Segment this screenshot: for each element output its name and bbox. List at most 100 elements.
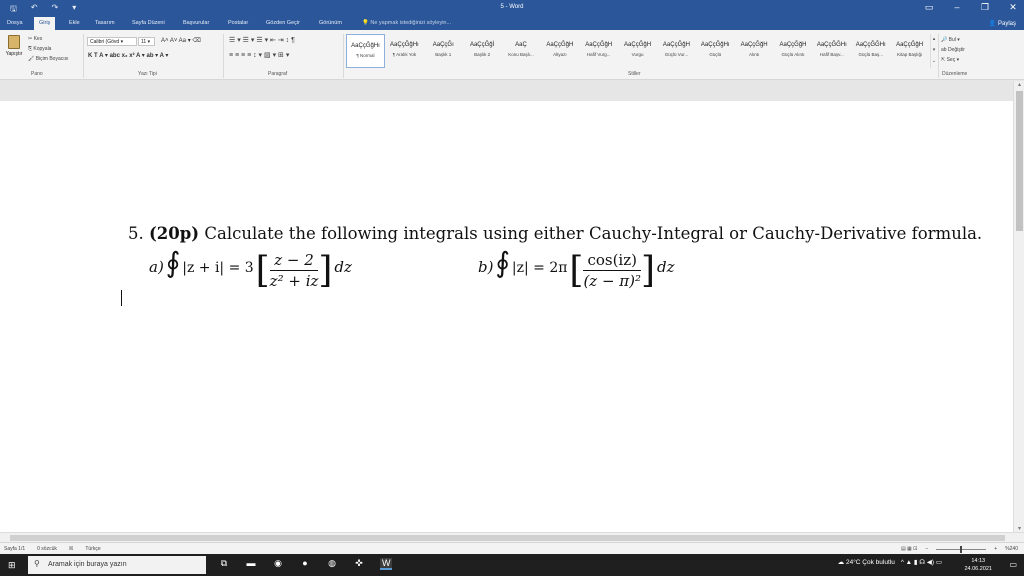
group-divider <box>938 34 939 78</box>
window-title: 5 - Word <box>500 4 524 10</box>
integral-b[interactable]: b) ∮ |z| = 2π [cos(iz) (z − π)²] dz <box>478 246 675 291</box>
style-item[interactable]: AaÇçĞĞHı Hafif Başv... <box>812 34 851 68</box>
tab-layout[interactable]: Sayfa Düzeni <box>132 20 165 26</box>
style-item[interactable]: AaÇçĞğH Güçlü Vur... <box>657 34 696 68</box>
style-item[interactable]: AaÇçĞğHı ¶ Normal <box>346 34 385 68</box>
style-item[interactable]: AaÇçĞĞHı Güçlü Baş... <box>851 34 890 68</box>
zoom-slider-thumb[interactable] <box>960 545 963 553</box>
firefox-icon[interactable]: ◍ <box>326 558 338 570</box>
question-text[interactable]: 5. (20p) Calculate the following integra… <box>128 224 982 243</box>
style-item[interactable]: AaÇçĞğH Vurgu <box>618 34 657 68</box>
share-button[interactable]: 👤 Paylaş <box>989 20 1016 27</box>
minimize-button[interactable]: – <box>952 2 962 13</box>
window-controls: ▭ – ❐ ✕ <box>924 2 1018 13</box>
vertical-scrollbar[interactable]: ▴ ▾ <box>1013 81 1024 532</box>
tab-mailings[interactable]: Postalar <box>228 20 248 26</box>
tell-me-search[interactable]: 💡 Ne yapmak istediğinizi söyleyin... <box>362 20 451 26</box>
maximize-button[interactable]: ❐ <box>980 2 990 13</box>
tray-icons[interactable]: ^ ▲ ▮ ☊ ◀) ▭ <box>901 558 942 566</box>
task-view-icon[interactable]: ⧉ <box>218 558 230 570</box>
ribbon-tabs: Dosya Giriş Ekle Tasarım Sayfa Düzeni Ba… <box>0 17 1024 30</box>
horizontal-scrollbar[interactable] <box>0 532 1024 542</box>
zoom-level[interactable]: %240 <box>1005 546 1018 552</box>
share-label: Paylaş <box>997 21 1016 27</box>
windows-start-icon[interactable]: ⊞ <box>8 560 16 571</box>
style-sample: AaÇçĞğH <box>662 42 690 48</box>
tab-view[interactable]: Görünüm <box>319 20 342 26</box>
taskbar-search-input[interactable]: ⚲ Aramak için buraya yazın <box>28 556 206 574</box>
integral-b-label: b) <box>478 258 494 276</box>
clock[interactable]: 14:13 24.06.2021 <box>964 557 992 573</box>
scroll-thumb[interactable] <box>1016 91 1023 231</box>
cut-button[interactable]: ✂ Kes <box>28 34 69 44</box>
copy-button[interactable]: ⎘ Kopyala <box>28 44 69 54</box>
clipboard-actions: ✂ Kes ⎘ Kopyala 🖌 Biçim Boyacısı <box>28 34 69 64</box>
github-icon[interactable]: ◉ <box>272 558 284 570</box>
scroll-thumb[interactable] <box>10 535 1005 541</box>
style-item[interactable]: AaÇçĞğH Güçlü Alıntı <box>774 34 813 68</box>
tab-review[interactable]: Gözden Geçir <box>266 20 300 26</box>
font-group-label: Yazı Tipi <box>138 71 157 77</box>
replace-button[interactable]: ab Değiştir <box>941 45 965 55</box>
styles-group-label: Stiller <box>628 71 641 77</box>
tab-design[interactable]: Tasarım <box>95 20 115 26</box>
find-button[interactable]: 🔎 Bul ▾ <box>941 35 965 45</box>
style-sample: AaÇçĞğH <box>779 42 807 48</box>
style-item[interactable]: AaÇ Konu Başlı... <box>502 34 541 68</box>
tab-home[interactable]: Giriş <box>34 17 56 30</box>
paste-button[interactable]: Yapıştır <box>5 35 23 57</box>
style-item[interactable]: AaÇçĞğİ Başlık 2 <box>463 34 502 68</box>
tab-insert[interactable]: Ekle <box>69 20 80 26</box>
style-item[interactable]: AaÇçĞğH Alıntı <box>735 34 774 68</box>
font-size-select[interactable]: 11 ▾ <box>138 37 155 46</box>
style-item[interactable]: AaÇçĞı Başlık 1 <box>424 34 463 68</box>
tab-file[interactable]: Dosya <box>7 20 23 26</box>
document-canvas[interactable] <box>0 81 1013 532</box>
file-explorer-icon[interactable]: ▬ <box>245 558 257 570</box>
font-format-buttons[interactable]: K T A ▾ abc x₂ x² A ▾ ab ▾ A ▾ <box>88 52 168 59</box>
style-item[interactable]: AaÇçĞğH Altyazı <box>540 34 579 68</box>
notification-icon[interactable]: ▭ <box>1009 560 1017 569</box>
style-item[interactable]: AaÇçĞğH Hafif Vurg... <box>579 34 618 68</box>
ribbon-options-icon[interactable]: ▭ <box>924 2 934 13</box>
style-name: ¶ Normal <box>356 53 375 58</box>
style-name: Vurgu <box>631 52 644 57</box>
zoom-out-button[interactable]: − <box>925 546 928 552</box>
format-painter-button[interactable]: 🖌 Biçim Boyacısı <box>28 54 69 64</box>
style-sample: AaÇçĞğHı <box>351 43 380 49</box>
title-bar: 🖫 ↶ ↷ ▾ 5 - Word ▭ – ❐ ✕ <box>0 0 1024 17</box>
style-name: ¶ Aralık Yok <box>392 52 417 57</box>
integral-a-label: a) <box>149 258 164 276</box>
font-name-select[interactable]: Calibri (Gövd ▾ <box>87 37 137 46</box>
font-grow-shrink[interactable]: A˄ A˅ Aa ▾ ⌫ <box>161 37 201 44</box>
integral-a[interactable]: a) ∮ |z + i| = 3 [z − 2 z² + iz] dz <box>149 246 352 291</box>
view-mode-buttons[interactable]: ▤ ▦ ⊡ <box>901 546 917 552</box>
style-item[interactable]: AaÇçĞğHı ¶ Aralık Yok <box>385 34 424 68</box>
app-icon[interactable]: ✜ <box>353 558 365 570</box>
language-indicator[interactable]: Türkçe <box>85 546 100 552</box>
scroll-up-arrow-icon[interactable]: ▴ <box>1014 81 1024 88</box>
alignment-buttons[interactable]: ≡ ≡ ≡ ≡ ↕ ▾ ▨ ▾ ⊞ ▾ <box>229 51 289 59</box>
zoom-in-button[interactable]: + <box>994 546 997 552</box>
word-count[interactable]: 0 sözcük <box>37 546 57 552</box>
zoom-slider[interactable] <box>936 545 987 553</box>
styles-scroll[interactable]: ▴ ▾ ⌄ <box>930 34 937 68</box>
integral-a-differential: dz <box>334 258 352 276</box>
list-indent-buttons[interactable]: ☰ ▾ ☰ ▾ ☰ ▾ ⇤ ⇥ ↕ ¶ <box>229 36 295 44</box>
document-page[interactable] <box>0 101 1013 532</box>
scroll-down-arrow-icon[interactable]: ▾ <box>1014 525 1024 532</box>
proofing-icon[interactable]: ☒ <box>69 546 73 552</box>
weather-widget[interactable]: ☁ 24°C Çok bulutlu <box>838 558 895 566</box>
page-count[interactable]: Sayfa 1/1 <box>4 546 25 552</box>
chrome-icon[interactable]: ● <box>299 558 311 570</box>
select-button[interactable]: ⇱ Seç ▾ <box>941 55 965 65</box>
style-item[interactable]: AaÇçĞğHı Güçlü <box>696 34 735 68</box>
close-button[interactable]: ✕ <box>1008 2 1018 13</box>
style-name: Hafif Vurg... <box>586 52 611 57</box>
tab-references[interactable]: Başvurular <box>183 20 209 26</box>
word-app-icon[interactable]: W <box>380 558 392 570</box>
styles-gallery: AaÇçĞğHı ¶ Normal AaÇçĞğHı ¶ Aralık Yok AaÇç… <box>346 34 929 68</box>
right-bracket: ] <box>318 250 333 291</box>
style-item[interactable]: AaÇçĞğH Kitap Başlığı <box>890 34 929 68</box>
question-body: Calculate the following integrals using … <box>204 224 983 243</box>
